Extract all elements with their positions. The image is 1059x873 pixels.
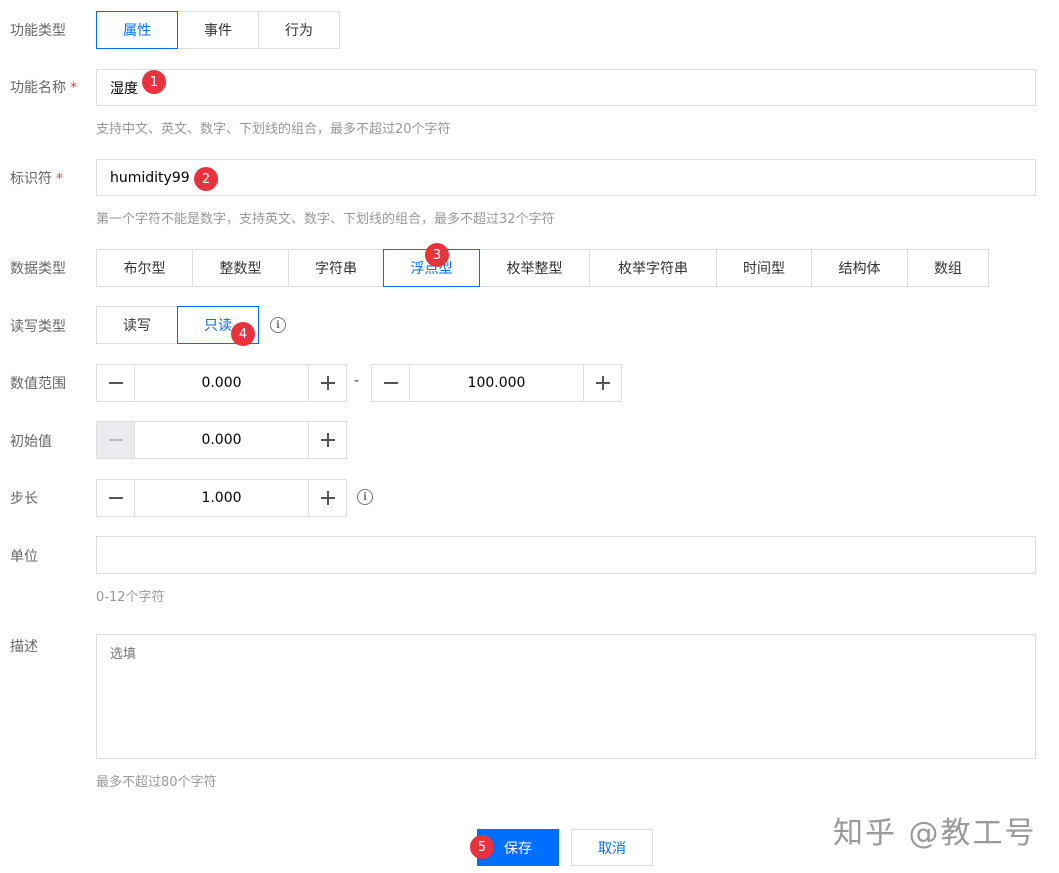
range-max-increment-button[interactable]	[583, 364, 622, 402]
info-icon[interactable]: i	[270, 317, 286, 333]
value-range-label: 数值范围	[10, 376, 66, 392]
minus-icon	[108, 382, 123, 384]
function-name-hint: 支持中文、英文、数字、下划线的组合，最多不超过20个字符	[96, 122, 451, 137]
data-type-option-string[interactable]: 字符串	[288, 249, 384, 287]
step-increment-button[interactable]	[308, 479, 347, 517]
function-type-option-event[interactable]: 事件	[177, 11, 259, 49]
identifier-hint: 第一个字符不能是数字，支持英文、数字、下划线的组合，最多不超过32个字符	[96, 212, 555, 227]
identifier-input[interactable]: humidity99	[96, 159, 1036, 196]
minus-icon	[108, 497, 123, 499]
range-min-decrement-button[interactable]	[96, 364, 135, 402]
range-max-input[interactable]: 100.000	[410, 364, 583, 402]
range-separator: -	[354, 373, 360, 389]
step-marker-5: 5	[470, 835, 494, 859]
step-marker-3: 3	[425, 243, 449, 267]
range-min-stepper: 0.000	[96, 364, 347, 402]
required-mark: *	[56, 171, 63, 187]
identifier-label: 标识符 *	[10, 168, 63, 188]
plus-icon	[320, 491, 335, 505]
data-type-option-enum-string[interactable]: 枚举字符串	[589, 249, 717, 287]
range-min-input[interactable]: 0.000	[135, 364, 308, 402]
data-type-label: 数据类型	[10, 261, 66, 277]
step-label: 步长	[10, 491, 38, 507]
step-input[interactable]: 1.000	[135, 479, 308, 517]
plus-icon	[320, 433, 335, 447]
description-hint: 最多不超过80个字符	[96, 775, 217, 790]
range-max-stepper: 100.000	[371, 364, 622, 402]
unit-label: 单位	[10, 549, 38, 565]
data-type-option-int[interactable]: 整数型	[192, 249, 289, 287]
function-name-label-text: 功能名称	[10, 80, 66, 96]
data-type-option-struct[interactable]: 结构体	[811, 249, 908, 287]
function-type-option-action[interactable]: 行为	[258, 11, 340, 49]
description-label: 描述	[10, 639, 38, 655]
plus-icon	[595, 376, 610, 390]
minus-icon	[383, 382, 398, 384]
function-type-selector: 属性 事件 行为	[96, 11, 340, 49]
step-decrement-button[interactable]	[96, 479, 135, 517]
data-type-option-array[interactable]: 数组	[907, 249, 989, 287]
function-type-label: 功能类型	[10, 23, 66, 39]
step-marker-4: 4	[231, 322, 255, 346]
watermark: 知乎 @教工号	[833, 816, 1037, 851]
step-marker-2: 2	[194, 167, 218, 191]
initial-value-label: 初始值	[10, 434, 52, 450]
initial-value-decrement-button	[96, 421, 135, 459]
initial-value-input[interactable]: 0.000	[135, 421, 308, 459]
plus-icon	[320, 376, 335, 390]
function-name-label: 功能名称 *	[10, 77, 77, 97]
range-max-decrement-button[interactable]	[371, 364, 410, 402]
rw-type-option-read-write[interactable]: 读写	[96, 306, 178, 344]
minus-icon	[108, 439, 123, 441]
step-marker-1: 1	[142, 70, 166, 94]
required-mark: *	[70, 80, 77, 96]
rw-type-label: 读写类型	[10, 319, 66, 335]
step-stepper: 1.000	[96, 479, 347, 517]
function-type-option-property[interactable]: 属性	[96, 11, 178, 49]
range-min-increment-button[interactable]	[308, 364, 347, 402]
unit-hint: 0-12个字符	[96, 590, 165, 605]
info-icon[interactable]: i	[357, 489, 373, 505]
identifier-label-text: 标识符	[10, 171, 52, 187]
initial-value-stepper: 0.000	[96, 421, 347, 459]
initial-value-increment-button[interactable]	[308, 421, 347, 459]
description-textarea[interactable]	[96, 634, 1036, 759]
cancel-button[interactable]: 取消	[571, 829, 653, 866]
data-type-option-time[interactable]: 时间型	[716, 249, 812, 287]
data-type-option-bool[interactable]: 布尔型	[96, 249, 193, 287]
function-name-input[interactable]: 湿度	[96, 69, 1036, 106]
data-type-selector: 布尔型 整数型 字符串 浮点型 枚举整型 枚举字符串 时间型 结构体 数组	[96, 249, 989, 287]
unit-input[interactable]	[96, 536, 1036, 574]
data-type-option-enum-int[interactable]: 枚举整型	[479, 249, 590, 287]
